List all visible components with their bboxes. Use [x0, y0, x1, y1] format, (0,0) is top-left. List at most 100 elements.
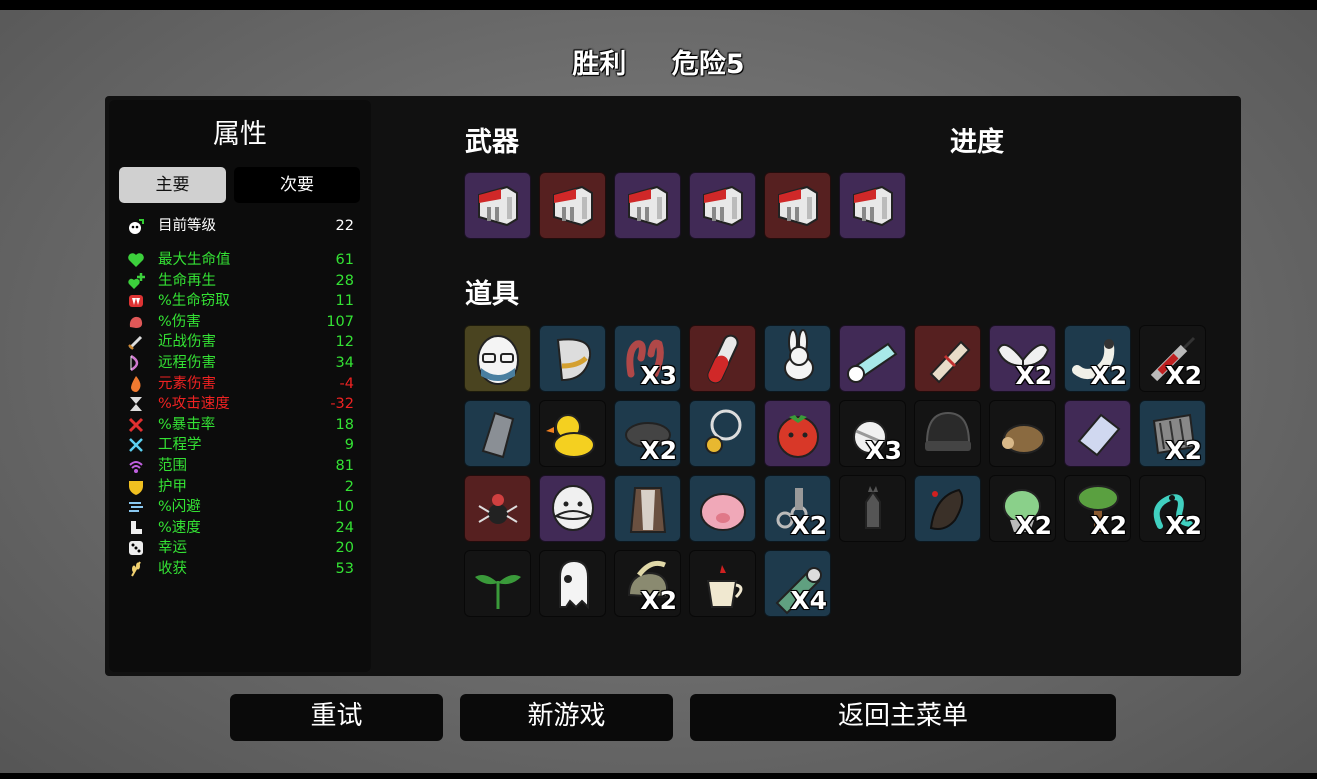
stat-value: 22: [335, 218, 354, 234]
stat-row-level: 目前等级 22: [109, 216, 371, 236]
stat-row: 范围 81: [109, 456, 371, 476]
stat-value: 107: [326, 313, 354, 330]
stat-name: 护甲: [158, 478, 187, 495]
top-border: [0, 0, 1317, 10]
stat-value: 53: [335, 561, 354, 577]
wings-item-slot[interactable]: X2: [989, 325, 1056, 392]
stat-row: 收获 53: [109, 559, 371, 579]
mustache-face-item-slot[interactable]: [539, 475, 606, 542]
piggy-bank-item-slot[interactable]: [689, 475, 756, 542]
spider-item-slot[interactable]: [464, 475, 531, 542]
muscle-icon: [127, 313, 145, 331]
stat-name: %伤害: [158, 313, 201, 330]
retry-button[interactable]: 重试: [230, 694, 443, 741]
stat-row: 最大生命值 61: [109, 250, 371, 270]
megaphone-item-slot[interactable]: [839, 172, 906, 239]
main-menu-button[interactable]: 返回主菜单: [690, 694, 1116, 741]
syringe-item-slot[interactable]: X2: [1139, 325, 1206, 392]
boot-icon: [127, 519, 145, 537]
stat-value: 28: [335, 272, 354, 289]
stats-panel: 属性 主要 次要 目前等级 22 最大生命值 61 生命再生 28 %生命窃取 11 %伤害…: [109, 100, 371, 672]
stat-name: 元素伤害: [158, 375, 216, 392]
bow-icon: [127, 354, 145, 372]
stat-name: 范围: [158, 458, 187, 474]
stat-name: 最大生命值: [158, 252, 231, 268]
beret-item-slot[interactable]: X2: [614, 400, 681, 467]
lettuce-item-slot[interactable]: X2: [989, 475, 1056, 542]
stat-value: 61: [335, 252, 354, 268]
stat-value: -32: [330, 396, 354, 413]
item-count: X2: [1165, 361, 1202, 390]
progress-title: 进度: [950, 127, 1004, 158]
tab-secondary[interactable]: 次要: [234, 167, 360, 203]
tomato-item-slot[interactable]: [764, 400, 831, 467]
coffee-cup-item-slot[interactable]: [689, 550, 756, 617]
beanie-item-slot[interactable]: [914, 400, 981, 467]
fire-icon: [127, 375, 145, 393]
stat-value: 81: [335, 458, 354, 474]
scroll-item-slot[interactable]: [914, 325, 981, 392]
megaphone-item-slot[interactable]: [764, 172, 831, 239]
stat-value: 24: [335, 519, 354, 536]
alien-worm-item-slot[interactable]: X2: [1139, 475, 1206, 542]
tab-primary[interactable]: 主要: [119, 167, 226, 203]
stat-value: -4: [339, 375, 354, 392]
dodge-icon: [127, 498, 145, 516]
rabbit-item-slot[interactable]: [764, 325, 831, 392]
tree-item-slot[interactable]: X2: [1064, 475, 1131, 542]
egg-glasses-item-slot[interactable]: [464, 325, 531, 392]
pendant-item-slot[interactable]: [689, 400, 756, 467]
coil-item-slot[interactable]: X2: [1139, 400, 1206, 467]
stat-row: 护甲 2: [109, 477, 371, 497]
armor-vest-item-slot[interactable]: [614, 475, 681, 542]
helmet-visor-item-slot[interactable]: [539, 325, 606, 392]
stat-row: 工程学 9: [109, 435, 371, 455]
item-count: X2: [790, 511, 827, 540]
horn-snail-item-slot[interactable]: X2: [614, 550, 681, 617]
danger-label: 危险5: [671, 49, 745, 80]
megaphone-item-slot[interactable]: [689, 172, 756, 239]
megaphone-item-slot[interactable]: [614, 172, 681, 239]
stat-name: %速度: [158, 519, 201, 536]
weapons-title: 武器: [465, 127, 519, 158]
item-count: X2: [640, 586, 677, 615]
new-game-button[interactable]: 新游戏: [460, 694, 673, 741]
stat-value: 34: [335, 355, 354, 371]
stat-value: 12: [335, 334, 354, 351]
crit-icon: [127, 416, 145, 434]
chains-item-slot[interactable]: X2: [764, 475, 831, 542]
megaphone-item-slot[interactable]: [539, 172, 606, 239]
stat-row: 生命再生 28: [109, 271, 371, 291]
duck-item-slot[interactable]: [539, 400, 606, 467]
sprout-item-slot[interactable]: [464, 550, 531, 617]
stat-value: 11: [335, 293, 354, 310]
stat-name: 工程学: [158, 437, 202, 454]
hedgehog-item-slot[interactable]: [989, 400, 1056, 467]
megaphone-item-slot[interactable]: [464, 172, 531, 239]
gauntlet-item-slot[interactable]: [464, 400, 531, 467]
stat-value: 20: [335, 540, 354, 557]
shield-icon: [127, 478, 145, 496]
grub-item-slot[interactable]: X2: [1064, 325, 1131, 392]
leech-item-slot[interactable]: [914, 475, 981, 542]
stat-name: 目前等级: [158, 218, 216, 234]
bandage-item-slot[interactable]: X3: [839, 400, 906, 467]
scope-tube-item-slot[interactable]: X4: [764, 550, 831, 617]
stat-row: 幸运 20: [109, 538, 371, 558]
level-icon: [127, 217, 145, 235]
worm-item-slot[interactable]: X3: [614, 325, 681, 392]
stat-value: 18: [335, 416, 354, 433]
bat-item-slot[interactable]: [839, 475, 906, 542]
ghost-item-slot[interactable]: [539, 550, 606, 617]
stat-row: %速度 24: [109, 518, 371, 538]
dice-icon: [127, 539, 145, 557]
hourglass-icon: [127, 395, 145, 413]
potion-vial-item-slot[interactable]: [689, 325, 756, 392]
eraser-item-slot[interactable]: [1064, 400, 1131, 467]
item-count: X3: [865, 436, 902, 465]
scope-item-slot[interactable]: [839, 325, 906, 392]
item-count: X3: [640, 361, 677, 390]
items-title: 道具: [465, 279, 519, 310]
item-count: X2: [1165, 511, 1202, 540]
stat-value: 9: [344, 437, 354, 454]
